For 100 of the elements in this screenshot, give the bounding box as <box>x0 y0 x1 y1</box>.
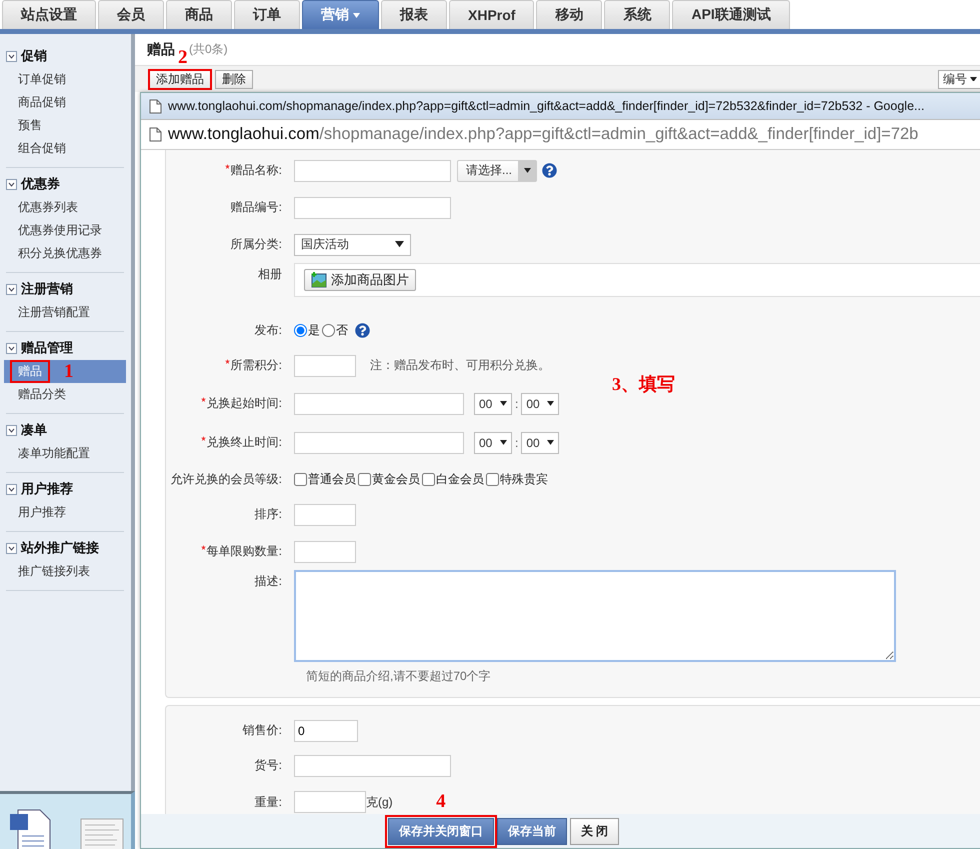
required-mark-icon <box>200 436 206 441</box>
price-input[interactable]: 0 <box>294 720 358 742</box>
collapse-icon[interactable] <box>6 284 17 294</box>
field-label: 货号: <box>254 757 282 774</box>
text-input[interactable] <box>294 540 356 562</box>
sidebar-item[interactable]: 推广链接列表 <box>4 560 126 583</box>
caret-icon <box>353 12 360 18</box>
sidebar-group-title[interactable]: 用户推荐 <box>21 480 73 498</box>
field-label: 赠品名称: <box>230 162 282 179</box>
field-label: 销售价: <box>242 722 282 739</box>
sort-select[interactable]: 编号 <box>938 70 980 88</box>
checkbox[interactable] <box>294 472 307 486</box>
sidebar-item[interactable]: 商品促销 <box>4 91 126 114</box>
text-input[interactable] <box>294 354 356 376</box>
time-separator: : <box>515 396 518 410</box>
option-label: 否 <box>336 322 348 338</box>
nav-tab[interactable]: API联通测试 <box>672 0 790 29</box>
sidebar-item[interactable]: 预售 <box>4 114 126 137</box>
unit-label: 克(g) <box>366 794 393 810</box>
nav-tab[interactable]: 商品 <box>166 0 232 29</box>
nav-tab[interactable]: 系统 <box>604 0 670 29</box>
address-domain: www.tonglaohui.com <box>168 125 320 144</box>
sidebar-group-title[interactable]: 凑单 <box>21 421 47 439</box>
sidebar-group-title[interactable]: 赠品管理 <box>21 339 73 357</box>
sidebar-group-title[interactable]: 促销 <box>21 47 47 65</box>
field-label: 每单限购数量: <box>206 543 282 560</box>
nav-tab[interactable]: 订单 <box>234 0 300 29</box>
sidebar-item[interactable]: 组合促销 <box>4 137 126 160</box>
help-icon[interactable] <box>355 322 370 338</box>
required-mark-icon <box>224 164 230 169</box>
footer-button[interactable]: 保存当前 <box>496 818 567 844</box>
collapse-icon[interactable] <box>6 50 17 62</box>
option-label: 黄金会员 <box>372 470 420 488</box>
caret-icon <box>500 401 507 406</box>
image-icon <box>311 272 327 288</box>
nav-tab[interactable]: XHProf <box>449 0 534 29</box>
radio-button[interactable] <box>294 324 307 336</box>
add-image-button[interactable]: 添加商品图片 <box>304 269 416 291</box>
field-label: 重量: <box>254 794 282 810</box>
sidebar-item[interactable]: 订单促销 <box>4 68 126 91</box>
nav-tab[interactable]: 报表 <box>381 0 447 29</box>
annotation-number: 4 <box>436 792 446 810</box>
hour-select[interactable]: 00 <box>474 432 512 454</box>
popup-title: www.tonglaohui.com/shopmanage/index.php?app=gift&ctl=admin_gift&act=add&_finder[finder_id]=72b532&finder_id=72b532 - Google... <box>168 99 924 113</box>
sidebar-item[interactable]: 注册营销配置 <box>4 301 126 324</box>
option-label: 普通会员 <box>308 470 356 488</box>
field-label: 所属分类: <box>230 236 282 253</box>
required-mark-icon <box>200 545 206 550</box>
text-input[interactable] <box>294 791 366 813</box>
date-input[interactable] <box>294 432 464 454</box>
caret-icon <box>395 241 404 248</box>
text-input[interactable] <box>294 160 451 182</box>
sidebar-item[interactable]: 优惠券列表 <box>4 196 126 219</box>
annotation-number: 2 <box>178 48 188 67</box>
minute-select[interactable]: 00 <box>521 392 560 414</box>
caret-icon <box>547 440 554 445</box>
caret-icon <box>524 168 531 173</box>
nav-tab[interactable]: 会员 <box>98 0 164 29</box>
option-label: 白金会员 <box>436 470 484 488</box>
hour-select[interactable]: 00 <box>474 392 512 414</box>
nav-tab[interactable]: 移动 <box>536 0 602 29</box>
text-input[interactable] <box>294 754 451 776</box>
text-input[interactable] <box>294 196 451 218</box>
required-mark-icon <box>224 359 230 364</box>
field-label: 赠品编号: <box>230 199 282 216</box>
collapse-icon[interactable] <box>6 178 17 190</box>
sidebar-item[interactable]: 用户推荐 <box>4 501 126 524</box>
collapse-icon[interactable] <box>6 484 17 494</box>
sidebar-group-title[interactable]: 站外推广链接 <box>21 539 99 557</box>
date-input[interactable] <box>294 392 464 414</box>
dropdown[interactable]: 国庆活动 <box>294 234 411 256</box>
field-label: 兑换起始时间: <box>206 395 282 412</box>
help-icon[interactable] <box>542 163 558 178</box>
page-title: 赠品 <box>147 40 175 58</box>
checkbox[interactable] <box>422 472 435 486</box>
radio-button[interactable] <box>322 324 335 336</box>
field-label: 兑换终止时间: <box>206 434 282 451</box>
sidebar-item[interactable]: 凑单功能配置 <box>4 442 126 465</box>
sidebar-group-title[interactable]: 优惠券 <box>21 175 60 193</box>
toolbar-button[interactable]: 删除 <box>215 70 253 88</box>
toolbar-button[interactable]: 添加赠品 <box>149 70 211 88</box>
text-input[interactable] <box>294 504 356 526</box>
collapse-icon[interactable] <box>6 424 17 436</box>
collapse-icon[interactable] <box>6 342 17 354</box>
checkbox[interactable] <box>358 472 371 486</box>
option-label: 特殊贵宾 <box>500 470 548 488</box>
caret-icon <box>547 401 554 406</box>
document-thumbnail-icon <box>80 818 124 849</box>
sidebar-item[interactable]: 积分兑换优惠券 <box>4 242 126 265</box>
sidebar-group-title[interactable]: 注册营销 <box>21 280 73 298</box>
minute-select[interactable]: 00 <box>521 432 560 454</box>
nav-tab[interactable]: 站点设置 <box>2 0 96 29</box>
field-label: 发布: <box>254 322 282 338</box>
sidebar-item[interactable]: 赠品分类 <box>4 383 126 406</box>
sidebar-item[interactable]: 优惠券使用记录 <box>4 219 126 242</box>
footer-button[interactable]: 关 闭 <box>570 818 620 844</box>
collapse-icon[interactable] <box>6 542 17 554</box>
field-label: 允许兑换的会员等级: <box>170 470 282 488</box>
checkbox[interactable] <box>486 472 499 486</box>
dropdown[interactable]: 请选择... <box>457 160 538 182</box>
